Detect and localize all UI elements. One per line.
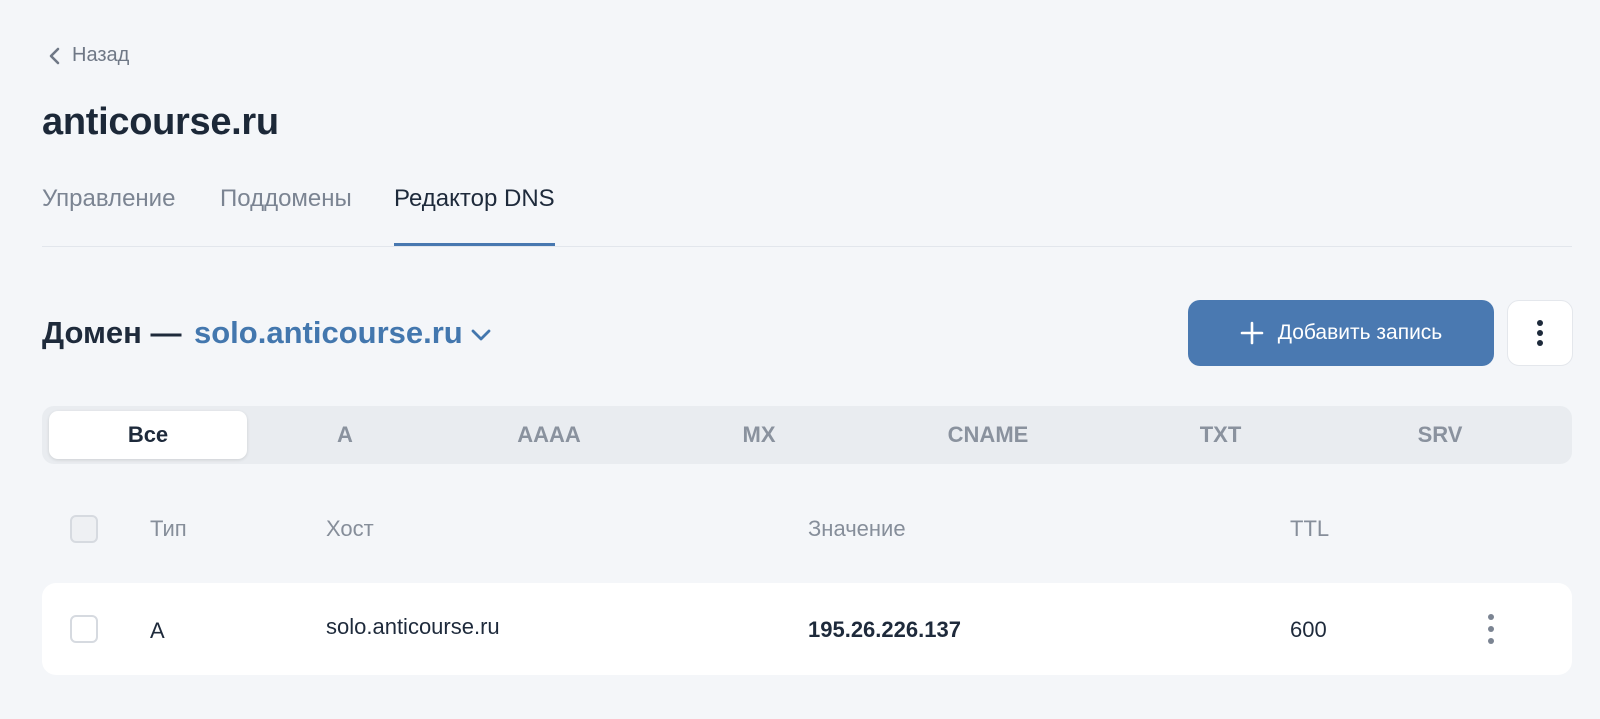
filter-a[interactable]: A bbox=[247, 411, 443, 459]
row-checkbox[interactable] bbox=[70, 615, 98, 643]
filter-txt[interactable]: TXT bbox=[1113, 411, 1328, 459]
domain-select-value: solo.anticourse.ru bbox=[194, 315, 463, 350]
filter-all[interactable]: Все bbox=[49, 411, 247, 459]
tab-bar: Управление Поддомены Редактор DNS bbox=[42, 184, 1572, 247]
select-all-checkbox[interactable] bbox=[70, 515, 98, 543]
back-link[interactable]: Назад bbox=[48, 44, 129, 67]
table-row: A solo.anticourse.ru 195.26.226.137 600 bbox=[42, 583, 1572, 675]
cell-host: solo.anticourse.ru bbox=[326, 614, 500, 639]
cell-type: A bbox=[150, 618, 165, 643]
tab-dns-editor[interactable]: Редактор DNS bbox=[394, 184, 555, 246]
filter-srv[interactable]: SRV bbox=[1328, 411, 1552, 459]
chevron-left-icon bbox=[49, 47, 60, 64]
filter-mx[interactable]: MX bbox=[655, 411, 863, 459]
record-type-filter: Все A AAAA MX CNAME TXT SRV bbox=[42, 406, 1572, 464]
domain-select[interactable]: solo.anticourse.ru bbox=[194, 315, 491, 351]
chevron-down-icon bbox=[471, 329, 491, 341]
domain-label: Домен — bbox=[42, 315, 182, 350]
column-ttl: TTL bbox=[1290, 516, 1330, 541]
cell-ttl: 600 bbox=[1290, 617, 1327, 642]
tab-subdomains[interactable]: Поддомены bbox=[220, 184, 352, 246]
add-record-label: Добавить запись bbox=[1277, 321, 1443, 344]
more-options-button[interactable] bbox=[1507, 300, 1573, 366]
filter-aaaa[interactable]: AAAA bbox=[443, 411, 655, 459]
more-vertical-icon bbox=[1537, 320, 1543, 346]
domain-header: Домен — solo.anticourse.ru Добавить запи… bbox=[42, 300, 1573, 366]
cell-value: 195.26.226.137 bbox=[808, 617, 961, 642]
row-actions-button[interactable] bbox=[1482, 611, 1500, 647]
tab-management[interactable]: Управление bbox=[42, 184, 175, 246]
filter-cname[interactable]: CNAME bbox=[863, 411, 1113, 459]
back-label: Назад bbox=[72, 44, 130, 66]
plus-icon bbox=[1240, 321, 1264, 345]
table-header: Тип Хост Значение TTL bbox=[42, 510, 1572, 550]
page-title: anticourse.ru bbox=[42, 101, 279, 143]
more-vertical-icon bbox=[1488, 614, 1494, 644]
column-host: Хост bbox=[326, 516, 374, 541]
column-value: Значение bbox=[808, 516, 906, 541]
dns-editor-page: Назад anticourse.ru Управление Поддомены… bbox=[42, 0, 1573, 719]
column-type: Тип bbox=[150, 516, 187, 541]
add-record-button[interactable]: Добавить запись bbox=[1188, 300, 1494, 366]
